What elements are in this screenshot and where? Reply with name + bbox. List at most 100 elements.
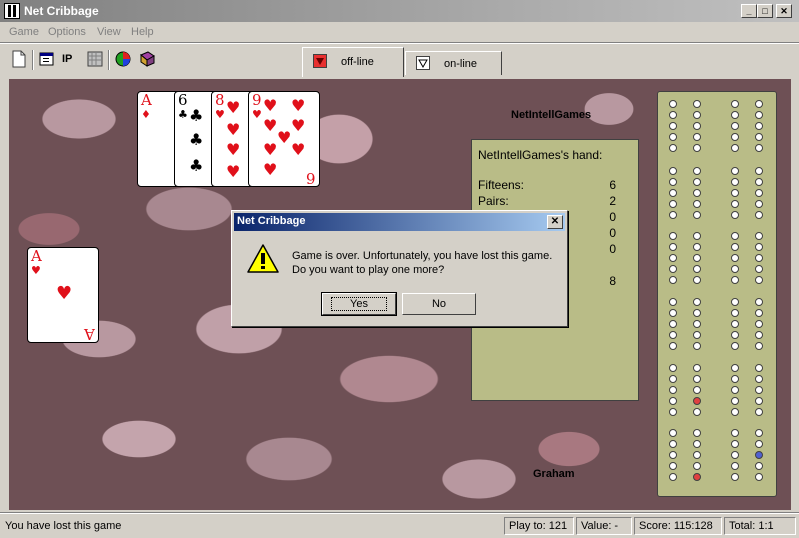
dialog-title-bar[interactable]: Net Cribbage ✕	[234, 213, 565, 231]
ip-button[interactable]: IP	[62, 50, 80, 68]
board-hole	[669, 243, 677, 251]
opponent-card-4[interactable]: 9 ♥ ♥ ♥ ♥ ♥ ♥ ♥ ♥ ♥ 6	[248, 91, 320, 187]
board-hole	[693, 167, 701, 175]
club-pip-icon: ♣	[189, 156, 204, 175]
cribbage-board	[657, 91, 777, 497]
board-hole	[669, 342, 677, 350]
status-total: Total: 1:1	[724, 517, 796, 535]
close-window-button[interactable]: ✕	[776, 4, 792, 18]
board-hole	[731, 100, 739, 108]
board-hole	[693, 133, 701, 141]
player-name: Graham	[533, 468, 575, 480]
heart-pip-icon: ♥	[226, 140, 241, 159]
dialog-close-button[interactable]: ✕	[547, 215, 563, 229]
heart-pip-icon: ♥	[56, 283, 73, 304]
board-hole	[693, 375, 701, 383]
card-rank: A	[141, 91, 152, 109]
board-hole	[693, 320, 701, 328]
board-hole	[731, 254, 739, 262]
board-hole	[669, 408, 677, 416]
board-hole	[669, 200, 677, 208]
board-hole	[731, 122, 739, 130]
window-title: Net Cribbage	[24, 4, 99, 18]
score-row-value: 0	[609, 210, 616, 224]
board-hole	[755, 189, 763, 197]
status-message: You have lost this game	[5, 520, 122, 532]
board-hole	[693, 331, 701, 339]
card-rank-bottom: A	[84, 325, 95, 343]
board-hole	[693, 178, 701, 186]
maximize-button[interactable]: □	[757, 4, 773, 18]
menu-help[interactable]: Help	[131, 26, 154, 38]
board-hole	[669, 189, 677, 197]
status-play-to: Play to: 121	[504, 517, 574, 535]
board-hole	[731, 440, 739, 448]
board-hole	[669, 111, 677, 119]
menu-view[interactable]: View	[97, 26, 121, 38]
board-hole	[755, 276, 763, 284]
board-hole	[669, 178, 677, 186]
board-hole	[669, 331, 677, 339]
hand-total-value: 8	[609, 274, 616, 288]
board-hole	[669, 144, 677, 152]
board-hole	[731, 451, 739, 459]
properties-icon[interactable]	[38, 50, 56, 68]
board-hole	[755, 133, 763, 141]
board-hole	[731, 232, 739, 240]
board-hole	[669, 320, 677, 328]
board-hole	[693, 429, 701, 437]
board-hole	[693, 342, 701, 350]
card-rank-bottom: 6	[306, 169, 316, 187]
board-hole	[755, 211, 763, 219]
yes-button-label: Yes	[331, 297, 387, 311]
board-hole	[755, 167, 763, 175]
board-hole	[669, 440, 677, 448]
board-hole	[731, 298, 739, 306]
menu-options[interactable]: Options	[48, 26, 86, 38]
no-button[interactable]: No	[402, 293, 476, 315]
board-hole	[669, 265, 677, 273]
board-hole	[755, 200, 763, 208]
board-hole	[755, 178, 763, 186]
heart-pip-icon: ♥	[226, 162, 241, 181]
board-hole	[755, 462, 763, 470]
board-hole	[755, 254, 763, 262]
book-icon[interactable]	[138, 50, 156, 68]
board-hole	[731, 331, 739, 339]
grid-icon[interactable]	[86, 50, 104, 68]
heart-pip-icon: ♥	[263, 140, 278, 159]
color-wheel-icon[interactable]	[114, 50, 132, 68]
heart-pip-icon: ♥	[226, 98, 241, 117]
board-hole	[669, 122, 677, 130]
menu-separator	[0, 42, 799, 44]
board-hole	[693, 364, 701, 372]
card-suit-icon: ♦	[141, 108, 151, 121]
board-hole	[731, 276, 739, 284]
starter-card[interactable]: A ♥ ♥ A	[27, 247, 99, 343]
board-hole	[755, 320, 763, 328]
board-hole	[693, 462, 701, 470]
menu-game[interactable]: Game	[9, 26, 39, 38]
board-hole	[755, 122, 763, 130]
board-hole	[693, 111, 701, 119]
board-hole	[669, 473, 677, 481]
tab-off-line-label: off-line	[341, 56, 374, 68]
tab-off-line[interactable]: off-line	[302, 47, 404, 77]
yes-button[interactable]: Yes	[321, 292, 397, 316]
board-hole	[731, 364, 739, 372]
minimize-button[interactable]: _	[741, 4, 757, 18]
peg	[755, 451, 763, 459]
new-game-icon[interactable]	[10, 50, 28, 68]
board-hole	[731, 189, 739, 197]
menu-bar: Game Options View Help	[0, 22, 799, 42]
board-hole	[731, 309, 739, 317]
pairs-value: 2	[609, 194, 616, 208]
tab-on-line[interactable]: on-line	[405, 51, 502, 75]
title-bar[interactable]: Net Cribbage _ □ ✕	[0, 0, 799, 22]
fifteens-label: Fifteens:	[478, 178, 525, 192]
card-suit-icon: ♥	[31, 264, 41, 277]
no-button-label: No	[431, 298, 447, 310]
card-rank: 6	[178, 91, 188, 109]
board-hole	[669, 133, 677, 141]
dialog-title: Net Cribbage	[237, 215, 306, 227]
